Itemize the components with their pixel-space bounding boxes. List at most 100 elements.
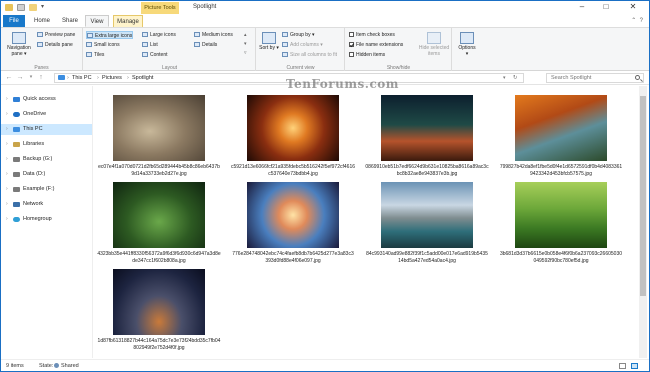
chevron-right-icon[interactable]: › [6, 169, 8, 180]
layout-content[interactable]: Content [142, 51, 168, 59]
options-group: Options ▾ [453, 28, 481, 72]
layout-list[interactable]: List [142, 41, 158, 49]
breadcrumb-this-pc[interactable]: This PC [72, 74, 92, 82]
checkbox-unchecked[interactable] [349, 32, 354, 37]
scrollbar-thumb[interactable] [640, 96, 646, 296]
search-box[interactable] [546, 73, 644, 83]
group-by-button[interactable]: Group by ▾ [282, 31, 314, 39]
search-input[interactable] [551, 74, 631, 82]
ribbon-collapse-help-icons[interactable]: ⌃ ? [631, 17, 643, 24]
navigation-pane-button[interactable]: Navigation pane ▾ [3, 30, 35, 57]
hide-selected-items-button[interactable]: Hide selected items [418, 30, 450, 57]
large-icons-view-icon[interactable] [631, 363, 638, 369]
nav-backup-drive[interactable]: › Backup (G:) [1, 154, 92, 165]
minimize-button[interactable]: – [571, 1, 593, 14]
recent-locations-chevron-icon[interactable]: ▾ [26, 72, 36, 83]
file-item[interactable]: 0869910eb51b7edf6624d9b631e10825ba8616a8… [365, 95, 489, 178]
nav-network[interactable]: › Network [1, 199, 92, 210]
layout-scroll-arrows[interactable]: ▴ ▾ ▿ [244, 31, 247, 58]
preview-pane-button[interactable]: Preview pane [37, 31, 75, 39]
status-bar: 9 items State: Shared [1, 359, 649, 371]
close-button[interactable]: ✕ [619, 1, 647, 14]
nav-homegroup[interactable]: › Homegroup [1, 214, 92, 225]
chevron-right-icon[interactable]: › [6, 214, 8, 225]
refresh-icon[interactable]: ↻ [513, 74, 518, 82]
file-item[interactable]: 4323bb35e441ff8330f56372a9f6d3f6d930c6d9… [97, 182, 221, 265]
file-item[interactable]: c5921d13e6066fcf21a935fdebc5b516242f5ef9… [231, 95, 355, 178]
tab-home[interactable]: Home [29, 15, 55, 27]
item-count: 9 items [6, 363, 24, 369]
options-button[interactable]: Options ▾ [455, 30, 479, 57]
properties-icon[interactable] [17, 4, 25, 11]
image-thumbnail [515, 95, 607, 161]
checkbox-unchecked[interactable] [349, 52, 354, 57]
tab-view[interactable]: View [85, 15, 109, 27]
nav-example-drive[interactable]: › Example (F:) [1, 184, 92, 195]
file-item[interactable]: ec07e4f1a070d0721d2fb65d289444b45b8c86eb… [97, 95, 221, 178]
layout-large-icons[interactable]: Large icons [142, 31, 176, 39]
layout-small-icons[interactable]: Small icons [86, 41, 120, 49]
breadcrumb-spotlight[interactable]: Spotlight [132, 74, 153, 82]
nav-this-pc[interactable]: › This PC [1, 124, 92, 135]
file-item[interactable]: 799827b42da8ef1fbe5d0f4e1d6572591df0b4d4… [499, 95, 623, 178]
layout-item-label: Extra large icons [95, 33, 133, 39]
size-all-columns-button[interactable]: Size all columns to fit [282, 51, 337, 59]
chevron-right-icon[interactable]: › [6, 109, 8, 120]
hidden-items-toggle[interactable]: Hidden items [349, 51, 385, 59]
tab-share[interactable]: Share [57, 15, 83, 27]
file-item[interactable]: 84c993140ad99e882f39f1c5add00e017e6ad919… [365, 182, 489, 265]
item-check-boxes-toggle[interactable]: Item check boxes [349, 31, 395, 39]
file-item[interactable]: 776e284748042ebc74c4faefb8db7b6425d277e3… [231, 182, 355, 265]
tab-file[interactable]: File [3, 15, 25, 27]
sort-by-button[interactable]: Sort by ▾ [259, 30, 279, 51]
network-icon [13, 202, 20, 207]
customize-quick-access-icon[interactable]: ▾ [41, 3, 44, 10]
file-name: 0869910eb51b7edf6624d9b631e10825ba8616a8… [365, 164, 489, 177]
file-name-extensions-toggle[interactable]: File name extensions [349, 41, 403, 49]
nav-quick-access[interactable]: › Quick access [1, 94, 92, 105]
details-view-icon[interactable] [619, 363, 626, 369]
image-thumbnail [113, 182, 205, 248]
layout-extra-large-icons[interactable]: Extra large icons [86, 31, 134, 39]
checkbox-checked[interactable] [349, 42, 354, 47]
details-pane-button[interactable]: Details pane [37, 41, 73, 49]
chevron-right-icon[interactable]: › [6, 94, 8, 105]
add-columns-icon [282, 42, 288, 47]
chevron-right-icon[interactable]: › [6, 124, 8, 135]
tab-manage[interactable]: Manage [113, 15, 143, 27]
chevron-right-icon[interactable]: › [6, 139, 8, 150]
file-item[interactable]: 3b681d3d37b6615e0b058e4f6f0b6a237093c266… [499, 182, 623, 265]
preview-pane-label: Preview pane [45, 32, 76, 38]
nav-onedrive[interactable]: › OneDrive [1, 109, 92, 120]
chevron-right-icon[interactable]: › [6, 199, 8, 210]
ribbon-view: Navigation pane ▾ Preview pane Details p… [1, 27, 649, 72]
chevron-right-icon[interactable]: › [6, 184, 8, 195]
nav-data-drive[interactable]: › Data (D:) [1, 169, 92, 180]
layout-item-label: Medium icons [202, 32, 233, 38]
up-arrow-icon[interactable]: ↑ [36, 72, 46, 83]
search-icon[interactable] [635, 75, 640, 80]
preview-pane-icon [37, 32, 43, 37]
image-thumbnail [381, 95, 473, 161]
nav-libraries[interactable]: › Libraries [1, 139, 92, 150]
file-name: 3b681d3d37b6615e0b058e4f6f0b6a237093c266… [499, 251, 623, 264]
breadcrumb-separator-icon[interactable]: › [67, 74, 69, 82]
chevron-right-icon[interactable]: › [6, 154, 8, 165]
image-thumbnail [515, 182, 607, 248]
address-dropdown-icon[interactable]: ▾ [503, 74, 506, 82]
layout-medium-icons[interactable]: Medium icons [194, 31, 233, 39]
file-item[interactable]: 1d87fb61318827b44c164a75dc7e3e73f24bdd35… [97, 269, 221, 352]
layout-details[interactable]: Details [194, 41, 217, 49]
back-arrow-icon[interactable]: ← [4, 72, 14, 83]
current-view-group: Sort by ▾ Group by ▾ Add columns ▾ Size … [257, 28, 345, 72]
breadcrumb-pictures[interactable]: Pictures [102, 74, 122, 82]
new-folder-icon[interactable] [29, 4, 37, 11]
layout-tiles[interactable]: Tiles [86, 51, 104, 59]
add-columns-button[interactable]: Add columns ▾ [282, 41, 323, 49]
show-hide-group: Item check boxes File name extensions Hi… [346, 28, 452, 72]
breadcrumb-separator-icon[interactable]: › [127, 74, 129, 82]
breadcrumb-separator-icon[interactable]: › [97, 74, 99, 82]
forward-arrow-icon[interactable]: → [15, 72, 25, 83]
vertical-scrollbar[interactable] [639, 86, 647, 358]
maximize-button[interactable]: □ [595, 1, 617, 14]
